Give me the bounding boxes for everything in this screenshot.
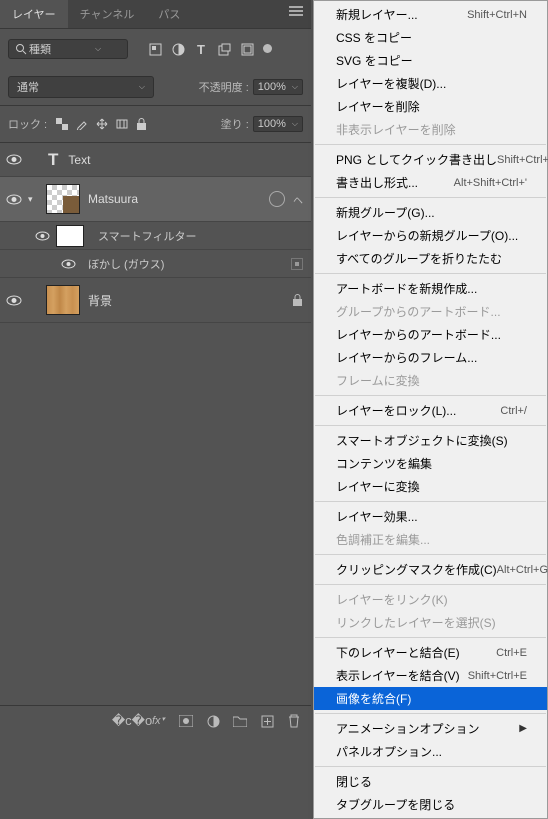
new-layer-icon[interactable] — [260, 715, 274, 728]
menu-item[interactable]: レイヤー効果... — [314, 505, 547, 528]
layer-row[interactable]: ぼかし (ガウス) — [0, 250, 311, 278]
filter-toggle-icon[interactable] — [263, 44, 272, 53]
lock-paint-icon[interactable] — [75, 118, 88, 130]
filter-smart-icon[interactable] — [240, 42, 254, 56]
lock-row: ロック : 塗り : 100%⌵ — [0, 106, 311, 143]
lock-icon — [292, 294, 303, 306]
collapse-icon[interactable]: ヘ — [293, 192, 303, 207]
menu-item[interactable]: アートボードを新規作成... — [314, 277, 547, 300]
menu-item[interactable]: アニメーションオプション▶ — [314, 717, 547, 740]
menu-item[interactable]: レイヤーを削除 — [314, 95, 547, 118]
layer-row[interactable]: T Text — [0, 143, 311, 177]
filter-input[interactable] — [27, 42, 91, 56]
filter-shape-icon[interactable] — [217, 42, 231, 56]
blend-mode-select[interactable]: 通常⌵ — [8, 76, 154, 98]
layer-name[interactable]: 背景 — [88, 292, 292, 309]
opacity-label: 不透明度 : — [199, 79, 249, 95]
menu-item[interactable]: すべてのグループを折りたたむ — [314, 247, 547, 270]
layer-row[interactable]: スマートフィルター — [0, 222, 311, 250]
tab-layers[interactable]: レイヤー — [0, 0, 68, 28]
delete-icon[interactable] — [287, 714, 301, 728]
tab-channels[interactable]: チャンネル — [68, 0, 147, 28]
lock-move-icon[interactable] — [95, 118, 108, 130]
panel-menu-icon[interactable] — [289, 6, 305, 17]
link-icon[interactable]: �c�o — [125, 713, 139, 729]
menu-item[interactable]: 書き出し形式...Alt+Shift+Ctrl+' — [314, 171, 547, 194]
menu-item: リンクしたレイヤーを選択(S) — [314, 611, 547, 634]
visibility-toggle[interactable] — [0, 295, 28, 306]
smart-object-icon — [269, 191, 285, 207]
visibility-toggle[interactable] — [0, 194, 28, 205]
menu-item[interactable]: 新規グループ(G)... — [314, 201, 547, 224]
menu-item: レイヤーをリンク(K) — [314, 588, 547, 611]
layer-row[interactable]: ▾ Matsuura ヘ — [0, 177, 311, 222]
layers-panel: レイヤー チャンネル パス ⌵ T 通常⌵ 不透明度 : 100%⌵ ロック : — [0, 0, 311, 736]
visibility-toggle[interactable] — [54, 259, 82, 269]
menu-item[interactable]: レイヤーからのアートボード... — [314, 323, 547, 346]
menu-item[interactable]: 下のレイヤーと結合(E)Ctrl+E — [314, 641, 547, 664]
layer-panel-menu: 新規レイヤー...Shift+Ctrl+NCSS をコピーSVG をコピーレイヤ… — [313, 0, 548, 819]
tab-paths[interactable]: パス — [146, 0, 192, 28]
menu-item: 色調補正を編集... — [314, 528, 547, 551]
menu-item[interactable]: タブグループを閉じる — [314, 793, 547, 816]
layer-thumb — [46, 285, 80, 315]
filter-pixel-icon[interactable] — [148, 42, 162, 56]
filter-options-icon[interactable] — [291, 258, 303, 270]
chevron-down-icon: ⌵ — [139, 82, 145, 92]
menu-item[interactable]: レイヤーをロック(L)...Ctrl+/ — [314, 399, 547, 422]
menu-item[interactable]: レイヤーからの新規グループ(O)... — [314, 224, 547, 247]
layer-name[interactable]: Matsuura — [88, 192, 269, 206]
layer-name[interactable]: Text — [68, 153, 311, 167]
lock-artboard-icon[interactable] — [115, 118, 128, 130]
panel-tabs: レイヤー チャンネル パス — [0, 0, 311, 29]
group-icon[interactable] — [233, 715, 247, 727]
blend-row: 通常⌵ 不透明度 : 100%⌵ — [0, 69, 311, 106]
opacity-value[interactable]: 100%⌵ — [253, 79, 303, 95]
menu-item: グループからのアートボード... — [314, 300, 547, 323]
filter-text-icon[interactable]: T — [194, 42, 208, 56]
lock-all-icon[interactable] — [135, 118, 148, 130]
menu-item[interactable]: 閉じる — [314, 770, 547, 793]
menu-item[interactable]: コンテンツを編集 — [314, 452, 547, 475]
filter-type-select[interactable]: ⌵ — [8, 39, 128, 59]
mask-icon[interactable] — [179, 715, 193, 727]
menu-item[interactable]: 画像を統合(F) — [314, 687, 547, 710]
filter-mask-thumb — [56, 225, 84, 247]
menu-item[interactable]: レイヤーを複製(D)... — [314, 72, 547, 95]
adjustment-icon[interactable] — [206, 715, 220, 728]
layer-thumb — [46, 184, 80, 214]
chevron-down-icon: ⌵ — [95, 44, 101, 54]
menu-item[interactable]: パネルオプション... — [314, 740, 547, 763]
layer-name[interactable]: ぼかし (ガウス) — [88, 256, 164, 272]
menu-item[interactable]: クリッピングマスクを作成(C)Alt+Ctrl+G — [314, 558, 547, 581]
menu-item[interactable]: スマートオブジェクトに変換(S) — [314, 429, 547, 452]
visibility-toggle[interactable] — [28, 231, 56, 241]
menu-item[interactable]: レイヤーからのフレーム... — [314, 346, 547, 369]
visibility-toggle[interactable] — [0, 154, 28, 165]
expand-icon[interactable]: ▾ — [28, 194, 46, 205]
lock-label: ロック : — [8, 116, 47, 132]
filter-adjust-icon[interactable] — [171, 42, 185, 56]
menu-item[interactable]: PNG としてクイック書き出しShift+Ctrl+' — [314, 148, 547, 171]
lock-trans-icon[interactable] — [55, 118, 68, 130]
fx-icon[interactable]: fx▾ — [152, 715, 166, 727]
menu-item[interactable]: レイヤーに変換 — [314, 475, 547, 498]
layer-name[interactable]: スマートフィルター — [98, 228, 196, 244]
menu-item[interactable]: 新規レイヤー...Shift+Ctrl+N — [314, 3, 547, 26]
panel-footer: �c�o fx▾ — [0, 705, 311, 736]
menu-item[interactable]: CSS をコピー — [314, 26, 547, 49]
menu-item[interactable]: 表示レイヤーを結合(V)Shift+Ctrl+E — [314, 664, 547, 687]
layer-row[interactable]: 背景 — [0, 278, 311, 323]
menu-item: フレームに変換 — [314, 369, 547, 392]
fill-value[interactable]: 100%⌵ — [253, 116, 303, 132]
text-icon: T — [48, 150, 58, 170]
filter-icons: T — [148, 42, 272, 56]
fill-label: 塗り : — [221, 116, 249, 132]
filter-row: ⌵ T — [0, 29, 311, 69]
menu-item: 非表示レイヤーを削除 — [314, 118, 547, 141]
menu-item[interactable]: SVG をコピー — [314, 49, 547, 72]
layer-list: T Text ▾ Matsuura ヘ スマートフィルター ぼかし (ガウス) … — [0, 143, 311, 323]
